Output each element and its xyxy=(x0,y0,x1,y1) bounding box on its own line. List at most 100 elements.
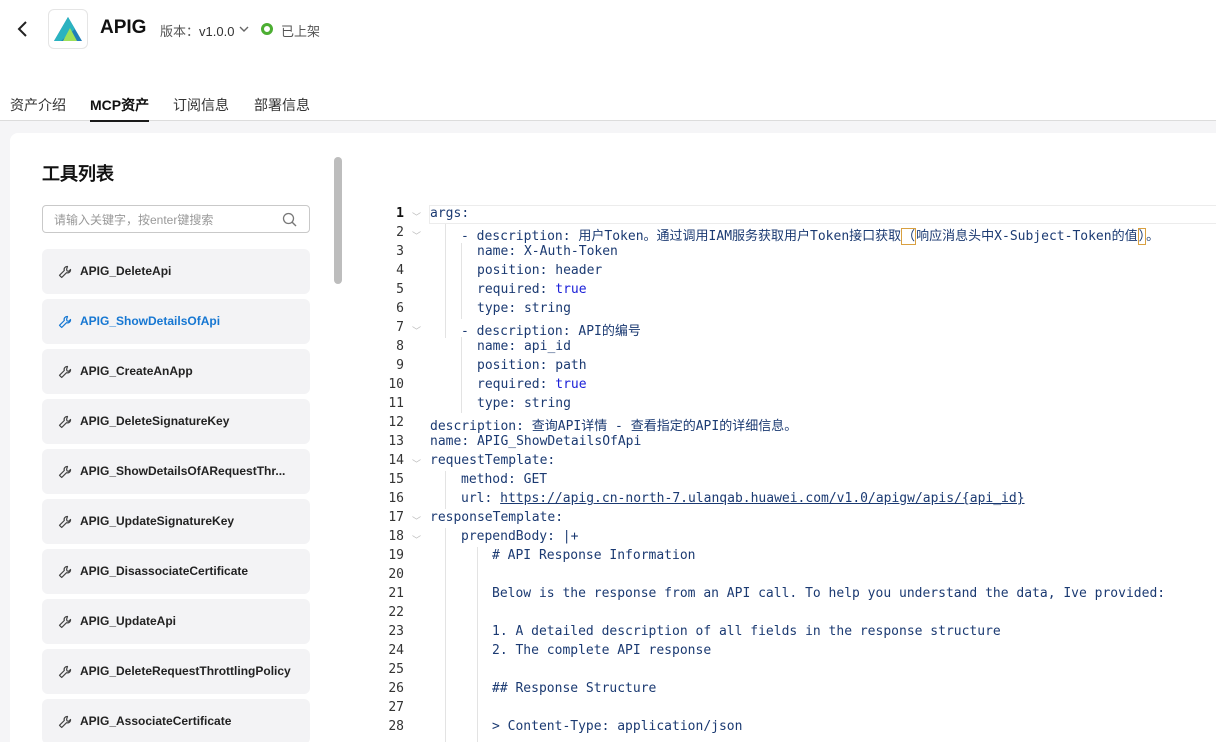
wrench-icon xyxy=(58,665,72,679)
code-line: 26 ## Response Structure xyxy=(385,680,1216,699)
tool-label: APIG_DeleteRequestThrottlingPolicy xyxy=(80,664,291,678)
line-number: 12 xyxy=(388,415,404,430)
code-key: url xyxy=(461,491,485,506)
code-editor[interactable]: 1 ﹀ args: 2 ﹀ - description: 用户Token。通过调… xyxy=(385,205,1216,742)
fold-icon[interactable]: ﹀ xyxy=(412,229,421,242)
code-text: required: true xyxy=(477,282,587,297)
line-number: 4 xyxy=(396,263,404,278)
line-number: 26 xyxy=(388,681,404,696)
code-line: 23 1. A detailed description of all fiel… xyxy=(385,623,1216,642)
code-key: args xyxy=(430,206,462,221)
code-line: 14 ﹀ requestTemplate: xyxy=(385,452,1216,471)
code-line: 10 required: true xyxy=(385,376,1216,395)
tool-label: APIG_UpdateSignatureKey xyxy=(80,514,235,528)
tab-deployment[interactable]: 部署信息 xyxy=(254,95,310,120)
wrench-icon xyxy=(58,415,72,429)
code-text: method: GET xyxy=(461,472,548,487)
code-key: position xyxy=(477,358,540,373)
code-text: url: https://apig.cn-north-7.ulanqab.hua… xyxy=(461,491,1025,506)
line-number: 15 xyxy=(388,472,404,487)
code-value: string xyxy=(523,396,571,411)
code-url-link[interactable]: https://apig.cn-north-7.ulanqab.huawei.c… xyxy=(500,491,1024,506)
code-line: 22 xyxy=(385,604,1216,623)
search-box xyxy=(42,205,310,233)
code-line: 25 xyxy=(385,661,1216,680)
code-value: api_id xyxy=(523,339,571,354)
line-number: 5 xyxy=(396,282,404,297)
chevron-down-icon[interactable] xyxy=(237,23,251,35)
fold-icon[interactable]: ﹀ xyxy=(412,533,421,546)
code-text: requestTemplate: xyxy=(430,453,556,468)
code-key: type xyxy=(477,301,509,316)
version-value: v1.0.0 xyxy=(199,24,235,39)
code-key: type xyxy=(477,396,509,411)
code-text: required: true xyxy=(477,377,587,392)
fold-icon[interactable]: ﹀ xyxy=(412,514,421,527)
search-icon[interactable] xyxy=(282,212,297,227)
tool-label: APIG_DeleteApi xyxy=(80,264,172,278)
tool-list-item[interactable]: APIG_DeleteApi xyxy=(42,249,310,294)
app-header: APIG 版本：v1.0.0 已上架 xyxy=(0,0,1216,72)
code-line: 9 position: path xyxy=(385,357,1216,376)
fold-icon[interactable]: ﹀ xyxy=(412,210,421,223)
tab-asset-intro[interactable]: 资产介绍 xyxy=(10,95,66,120)
code-line: 20 xyxy=(385,566,1216,585)
tool-list-item[interactable]: APIG_AssociateCertificate xyxy=(42,699,310,742)
code-line: 1 ﹀ args: xyxy=(385,205,1216,224)
fold-icon[interactable]: ﹀ xyxy=(412,457,421,470)
tools-title: 工具列表 xyxy=(42,164,114,184)
back-arrow-icon[interactable] xyxy=(14,18,34,40)
status-dot-icon xyxy=(261,23,273,35)
app-name: APIG xyxy=(100,17,147,38)
code-key: description xyxy=(476,324,563,339)
tool-list-item[interactable]: APIG_DeleteSignatureKey xyxy=(42,399,310,444)
tool-list-item-selected[interactable]: APIG_ShowDetailsOfApi xyxy=(42,299,310,344)
tab-bar: 资产介绍 MCP资产 订阅信息 部署信息 xyxy=(0,72,1216,122)
line-number: 19 xyxy=(388,548,404,563)
tab-subscription[interactable]: 订阅信息 xyxy=(173,95,229,120)
code-text: position: header xyxy=(477,263,603,278)
tool-list-item[interactable]: APIG_UpdateApi xyxy=(42,599,310,644)
tool-list-item[interactable]: APIG_UpdateSignatureKey xyxy=(42,499,310,544)
code-key: method xyxy=(461,472,508,487)
code-text: 2. The complete API response xyxy=(492,643,712,658)
code-value: X-Auth-Token xyxy=(523,244,618,259)
code-line: 3 name: X-Auth-Token xyxy=(385,243,1216,262)
line-number: 1 xyxy=(396,206,404,221)
code-key: required xyxy=(477,377,540,392)
tool-list-item[interactable]: APIG_DeleteRequestThrottlingPolicy xyxy=(42,649,310,694)
line-number: 11 xyxy=(388,396,404,411)
wrench-icon xyxy=(58,565,72,579)
wrench-icon xyxy=(58,465,72,479)
line-number: 18 xyxy=(388,529,404,544)
tool-list-item[interactable]: APIG_CreateAnApp xyxy=(42,349,310,394)
line-number: 2 xyxy=(396,225,404,240)
tab-mcp-assets[interactable]: MCP资产 xyxy=(90,95,150,122)
line-number: 7 xyxy=(396,320,404,335)
code-text: type: string xyxy=(477,301,571,316)
code-text: name: APIG_ShowDetailsOfApi xyxy=(430,434,642,449)
tool-label: APIG_ShowDetailsOfARequestThr... xyxy=(80,464,286,478)
version-prefix: 版本： xyxy=(160,24,200,39)
line-number: 23 xyxy=(388,624,404,639)
tool-label: APIG_CreateAnApp xyxy=(80,364,193,378)
code-value: APIG_ShowDetailsOfApi xyxy=(476,434,642,449)
tool-list-item[interactable]: APIG_ShowDetailsOfARequestThr... xyxy=(42,449,310,494)
tool-label: APIG_UpdateApi xyxy=(80,614,177,628)
code-line: 4 position: header xyxy=(385,262,1216,281)
code-line: 8 name: api_id xyxy=(385,338,1216,357)
code-value: header xyxy=(555,263,603,278)
code-line: 5 required: true xyxy=(385,281,1216,300)
wrench-icon xyxy=(58,715,72,729)
search-input[interactable] xyxy=(54,211,274,229)
line-number: 9 xyxy=(396,358,404,373)
code-key: name xyxy=(477,339,509,354)
fold-icon[interactable]: ﹀ xyxy=(412,324,421,337)
code-text: > Content-Type: application/json xyxy=(492,719,743,734)
code-value: 响应消息头中X-Subject-Token的值 xyxy=(916,229,1138,244)
tool-list-scrollbar[interactable] xyxy=(334,157,342,284)
tool-list-item[interactable]: APIG_DisassociateCertificate xyxy=(42,549,310,594)
code-value: string xyxy=(523,301,571,316)
code-key: requestTemplate xyxy=(430,453,548,468)
code-text: - description: API的编号 xyxy=(461,324,641,339)
